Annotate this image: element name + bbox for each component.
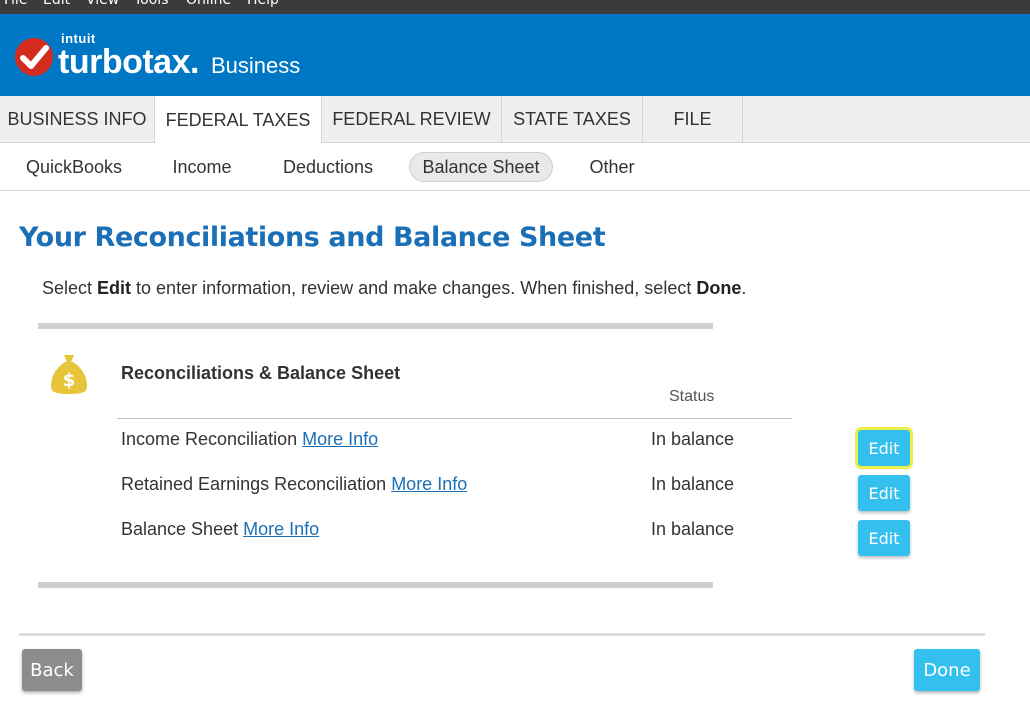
- menu-tools[interactable]: Tools: [134, 0, 169, 8]
- menu-online[interactable]: Online: [186, 0, 231, 8]
- main-tab-bar: BUSINESS INFO FEDERAL TAXES FEDERAL REVI…: [0, 96, 1030, 144]
- menu-view[interactable]: View: [86, 0, 119, 8]
- row-label-retained-earnings: Retained Earnings Reconciliation More In…: [121, 474, 468, 494]
- bottom-divider: [38, 582, 713, 588]
- more-info-link[interactable]: More Info: [243, 519, 319, 539]
- checkmark-logo-icon: [15, 38, 53, 76]
- menu-file[interactable]: File: [4, 0, 27, 8]
- row-status: In balance: [651, 429, 735, 449]
- table-header-rule: [117, 418, 792, 419]
- row-label-income-reconciliation: Income Reconciliation More Info: [121, 429, 379, 449]
- more-info-link[interactable]: More Info: [302, 429, 378, 449]
- row-status: In balance: [651, 474, 735, 494]
- top-divider: [38, 323, 713, 329]
- tab-business-info[interactable]: BUSINESS INFO: [0, 96, 155, 143]
- status-column-header: Status: [669, 388, 715, 405]
- tab-federal-review[interactable]: FEDERAL REVIEW: [322, 96, 502, 143]
- subtab-deductions[interactable]: Deductions: [274, 152, 382, 182]
- tab-file[interactable]: FILE: [643, 96, 743, 143]
- menu-bar: File Edit View Tools Online Help: [0, 0, 1030, 14]
- done-button[interactable]: Done: [914, 649, 980, 691]
- section-title: Reconciliations & Balance Sheet: [121, 363, 401, 383]
- subtab-quickbooks[interactable]: QuickBooks: [18, 152, 130, 182]
- menu-edit[interactable]: Edit: [43, 0, 70, 8]
- money-bag-icon: $: [51, 355, 87, 394]
- instructions-text: Select Edit to enter information, review…: [42, 278, 747, 298]
- turbotax-wordmark: turbotax.: [58, 43, 199, 81]
- tab-federal-taxes[interactable]: FEDERAL TAXES: [155, 96, 322, 144]
- subtab-income[interactable]: Income: [162, 152, 242, 182]
- menu-help[interactable]: Help: [247, 0, 279, 8]
- back-button[interactable]: Back: [22, 649, 82, 691]
- more-info-link[interactable]: More Info: [391, 474, 467, 494]
- edit-income-reconciliation-button[interactable]: Edit: [858, 430, 910, 466]
- subtab-balance-sheet[interactable]: Balance Sheet: [409, 152, 553, 182]
- subtab-other[interactable]: Other: [580, 152, 644, 182]
- row-status: In balance: [651, 519, 735, 539]
- tab-state-taxes[interactable]: STATE TAXES: [502, 96, 643, 143]
- footer-rule: [19, 633, 985, 636]
- page-title: Your Reconciliations and Balance Sheet: [19, 222, 606, 253]
- edition-label: Business: [211, 53, 301, 78]
- svg-text:$: $: [63, 370, 76, 391]
- brand-header: intuit turbotax. Business: [0, 14, 1030, 96]
- edit-balance-sheet-button[interactable]: Edit: [858, 520, 910, 556]
- edit-retained-earnings-button[interactable]: Edit: [858, 475, 910, 511]
- row-label-balance-sheet: Balance Sheet More Info: [121, 519, 320, 539]
- sub-tab-bar: QuickBooks Income Deductions Balance She…: [0, 143, 1030, 191]
